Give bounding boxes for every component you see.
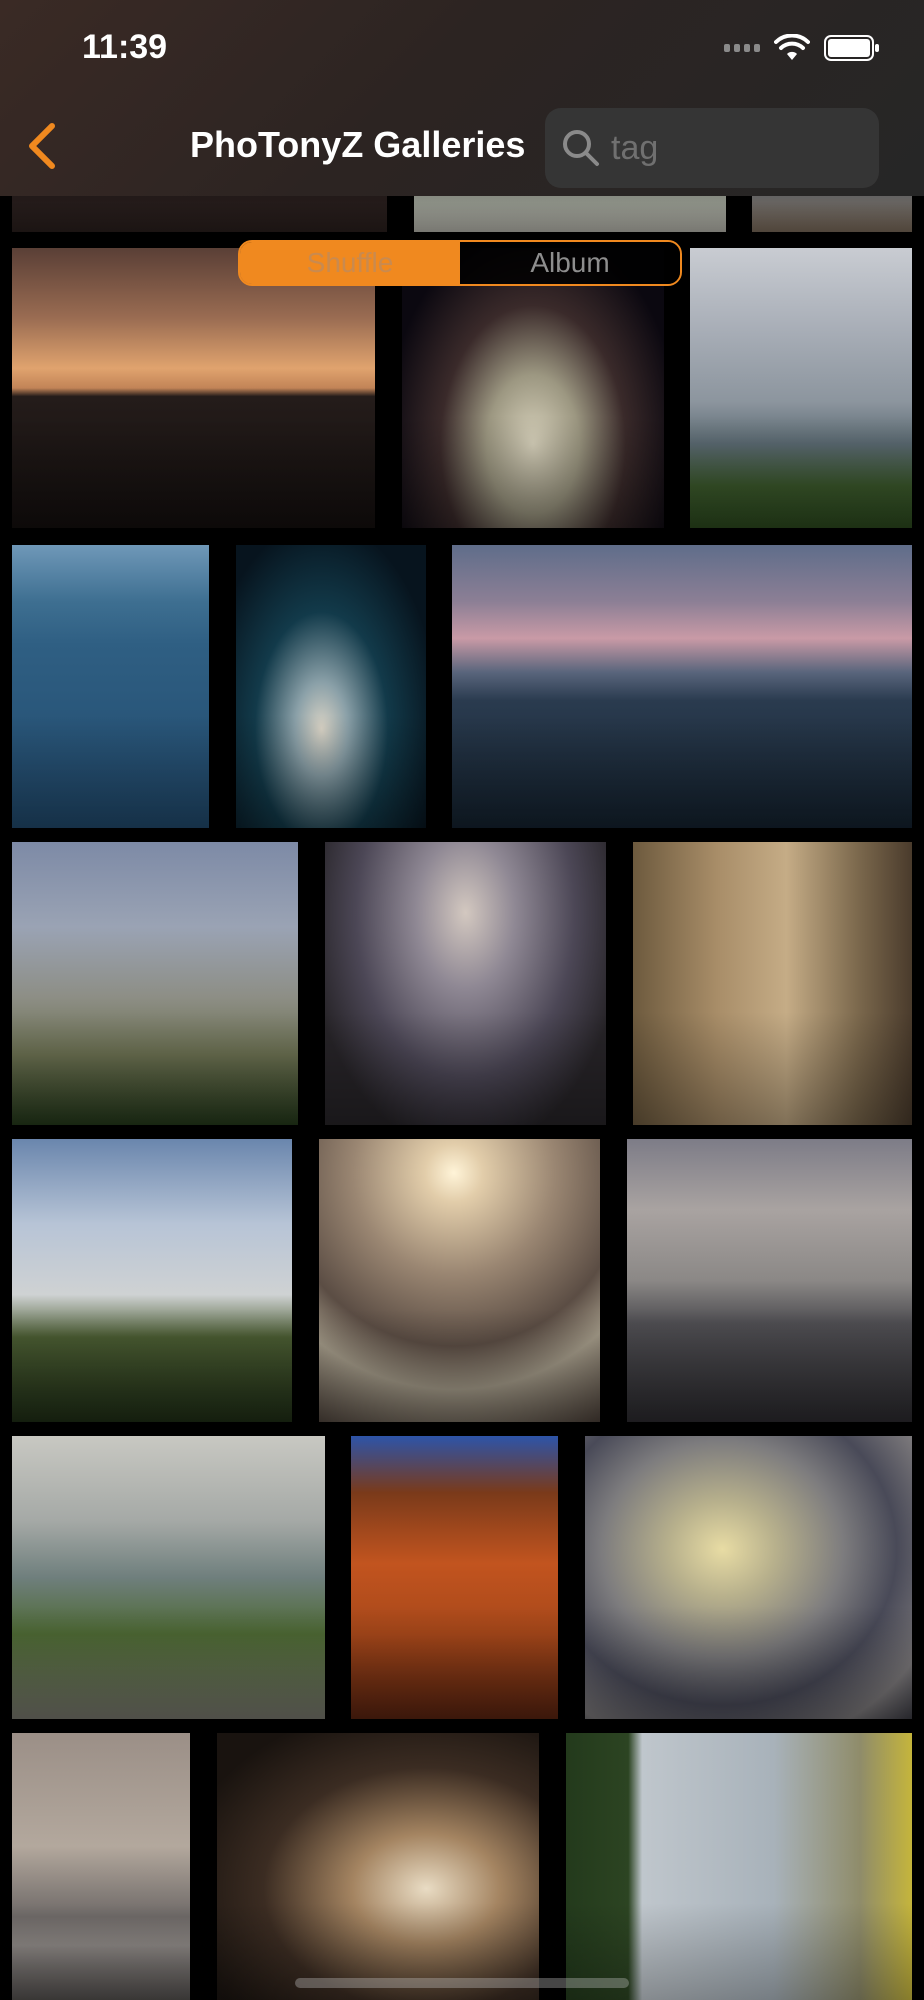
shuffle-album-segmented-control[interactable]: Shuffle Album: [238, 240, 682, 286]
photo-thumbnail[interactable]: [12, 1139, 292, 1422]
signal-icon: [724, 44, 760, 52]
photo-thumbnail[interactable]: [319, 1139, 600, 1422]
photo-thumbnail[interactable]: [585, 1436, 912, 1719]
battery-icon: [824, 35, 879, 61]
photo-thumbnail[interactable]: [12, 196, 387, 232]
search-input[interactable]: [609, 122, 863, 174]
photo-thumbnail[interactable]: [12, 545, 209, 828]
photo-thumbnail[interactable]: [236, 545, 426, 828]
photo-thumbnail[interactable]: [12, 248, 375, 528]
album-segment[interactable]: Album: [460, 242, 680, 284]
status-time: 11:39: [82, 28, 168, 66]
photo-thumbnail[interactable]: [325, 842, 606, 1125]
photo-thumbnail[interactable]: [690, 248, 912, 528]
status-icons: [724, 34, 880, 62]
photo-thumbnail[interactable]: [752, 196, 912, 232]
photo-thumbnail[interactable]: [12, 842, 298, 1125]
photo-thumbnail[interactable]: [633, 842, 912, 1125]
search-field[interactable]: [545, 108, 879, 188]
shuffle-segment[interactable]: Shuffle: [240, 242, 460, 284]
photo-thumbnail[interactable]: [12, 1436, 325, 1719]
photo-thumbnail[interactable]: [566, 1733, 912, 2000]
photo-thumbnail[interactable]: [452, 545, 912, 828]
navigation-header: 11:39 PhoTonyZ Galleries: [0, 0, 924, 196]
search-icon: [563, 130, 599, 166]
photo-gallery[interactable]: [0, 196, 924, 2000]
back-chevron-icon[interactable]: [18, 118, 74, 174]
photo-thumbnail[interactable]: [627, 1139, 912, 1422]
photo-thumbnail[interactable]: [12, 1733, 190, 2000]
page-title: PhoTonyZ Galleries: [190, 124, 526, 165]
photo-thumbnail[interactable]: [217, 1733, 539, 2000]
photo-thumbnail[interactable]: [414, 196, 726, 232]
home-indicator: [295, 1978, 629, 1988]
photo-thumbnail[interactable]: [351, 1436, 558, 1719]
wifi-icon: [774, 34, 810, 60]
photo-thumbnail[interactable]: [402, 248, 664, 528]
